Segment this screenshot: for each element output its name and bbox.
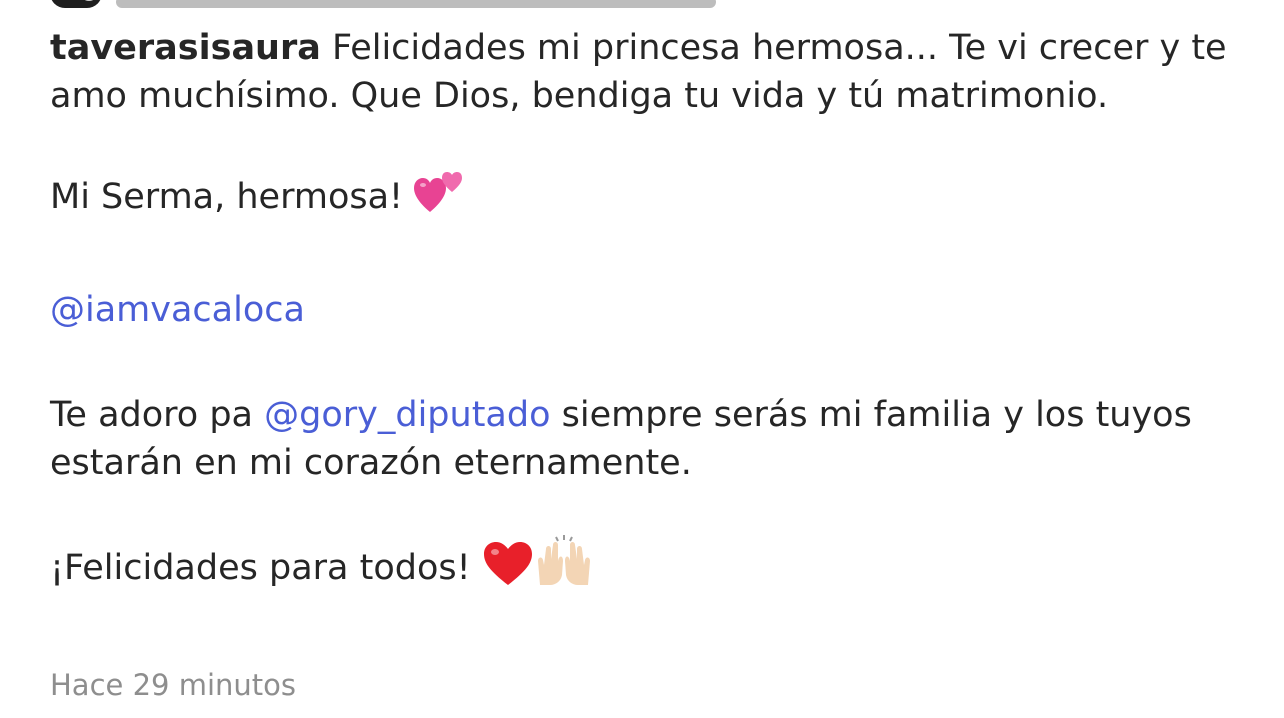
two-hearts-icon [414, 168, 466, 229]
raising-hands-icon [534, 535, 594, 600]
comment-text-4a: Te adoro pa [50, 395, 265, 435]
comment-fourth-paragraph: ¡Felicidades para todos! [50, 535, 1250, 600]
mention-link-gory-diputado[interactable]: @gory_diputado [264, 395, 550, 435]
comment-mention-paragraph: @iamvacaloca [50, 286, 1250, 334]
cropped-text-line [116, 0, 716, 8]
comment-first-paragraph: taverasisaura Felicidades mi princesa he… [50, 24, 1250, 120]
comment-body: taverasisaura Felicidades mi princesa he… [50, 24, 1250, 600]
mention-link-iamvacaloca[interactable]: @iamvacaloca [50, 290, 305, 330]
comment-second-paragraph: Mi Serma, hermosa! [50, 168, 1250, 229]
comment-text-5: ¡Felicidades para todos! [50, 548, 482, 588]
comment-third-paragraph: Te adoro pa @gory_diputado siempre serás… [50, 391, 1250, 487]
comment-timestamp: Hace 29 minutos [50, 668, 296, 702]
red-heart-icon [482, 539, 534, 600]
previous-comment-cutoff [50, 0, 716, 8]
comment-username[interactable]: taverasisaura [50, 28, 321, 68]
avatar[interactable] [50, 0, 102, 8]
comment-text-2: Mi Serma, hermosa! [50, 177, 415, 217]
avatar-overlap [80, 0, 98, 1]
